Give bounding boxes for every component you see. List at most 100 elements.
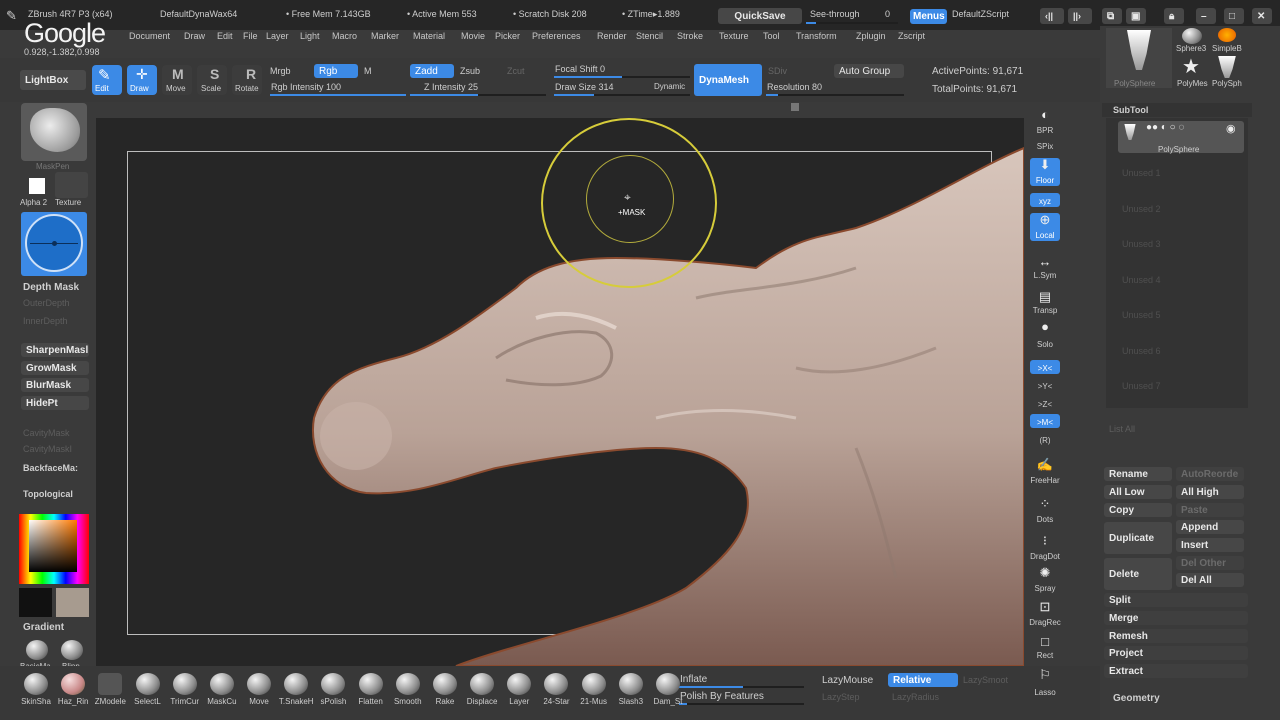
append-button[interactable]: Append <box>1176 520 1244 534</box>
focal-shift[interactable]: Focal Shift 0 <box>555 64 605 74</box>
subtool-visibility-eye-icon[interactable]: ◉ <box>1226 122 1236 135</box>
gradient-label[interactable]: Gradient <box>23 622 64 633</box>
dynamic-toggle[interactable]: Dynamic <box>654 82 685 91</box>
insert-button[interactable]: Insert <box>1176 538 1244 552</box>
quicksave-button[interactable]: QuickSave <box>718 8 802 24</box>
lazymouse-label[interactable]: LazyMouse <box>822 675 873 686</box>
rename-button[interactable]: Rename <box>1104 467 1172 481</box>
basic-material-icon[interactable] <box>26 640 48 660</box>
relative-button[interactable]: Relative <box>888 673 958 687</box>
merge-button[interactable]: Merge <box>1104 611 1248 625</box>
menu-movie[interactable]: Movie <box>461 31 485 41</box>
secondary-color-swatch[interactable] <box>56 588 89 617</box>
brush-haz-rin-icon[interactable] <box>61 673 86 695</box>
z-intensity[interactable]: Z Intensity 25 <box>424 82 478 92</box>
menu-marker[interactable]: Marker <box>371 31 399 41</box>
brush-displace-icon[interactable] <box>470 673 495 695</box>
blinn-material-icon[interactable] <box>61 640 83 660</box>
menu-zplugin[interactable]: Zplugin <box>856 31 886 41</box>
zsub-button[interactable]: Zsub <box>460 66 480 76</box>
draw-size-slider[interactable] <box>554 94 690 96</box>
resolution[interactable]: Resolution 80 <box>767 82 822 92</box>
extract-button[interactable]: Extract <box>1104 664 1248 678</box>
brush-flatten-icon[interactable] <box>358 673 383 695</box>
menu-texture[interactable]: Texture <box>719 31 749 41</box>
color-picker-square[interactable] <box>29 520 77 572</box>
seethrough-label[interactable]: See-through <box>810 9 860 19</box>
menu-document[interactable]: Document <box>129 31 170 41</box>
menu-light[interactable]: Light <box>300 31 320 41</box>
menu-preferences[interactable]: Preferences <box>532 31 581 41</box>
list-all-button[interactable]: List All <box>1109 424 1135 434</box>
layout-left-button[interactable]: ‹|| <box>1040 8 1064 24</box>
focal-shift-slider[interactable] <box>554 76 690 78</box>
project-button[interactable]: Project <box>1104 646 1248 660</box>
simplebrush-icon[interactable] <box>1218 28 1236 42</box>
rgb-intensity-slider[interactable] <box>270 94 406 96</box>
hidept-button[interactable]: HidePt <box>21 396 89 410</box>
brush-rake-icon[interactable] <box>432 673 457 695</box>
backface-mask[interactable]: BackfaceMa: <box>23 463 78 473</box>
menu-layer[interactable]: Layer <box>266 31 289 41</box>
delete-button[interactable]: Delete <box>1104 558 1172 590</box>
menu-stencil[interactable]: Stencil <box>636 31 663 41</box>
geometry-header[interactable]: Geometry <box>1113 693 1160 704</box>
zcut-button[interactable]: Zcut <box>507 66 525 76</box>
menu-edit[interactable]: Edit <box>217 31 233 41</box>
brush-maskcu-icon[interactable] <box>209 673 234 695</box>
inflate-slider[interactable] <box>679 686 804 688</box>
zadd-button[interactable]: Zadd <box>410 64 454 78</box>
dock-icon[interactable]: ▣ <box>1126 8 1146 24</box>
close-icon[interactable]: ✕ <box>1252 8 1272 24</box>
menu-file[interactable]: File <box>243 31 258 41</box>
brush-smooth-icon[interactable] <box>395 673 420 695</box>
remesh-button[interactable]: Remesh <box>1104 629 1248 643</box>
blur-mask-button[interactable]: BlurMask <box>21 378 89 392</box>
all-high-button[interactable]: All High <box>1176 485 1244 499</box>
mrgb-button[interactable]: Mrgb <box>270 66 291 76</box>
minimize-icon[interactable]: – <box>1196 8 1216 24</box>
grow-mask-button[interactable]: GrowMask <box>21 361 89 375</box>
draw-size[interactable]: Draw Size 314 <box>555 82 614 92</box>
inflate-label[interactable]: Inflate <box>680 674 707 685</box>
restore-layout-icon[interactable]: ⧉ <box>1102 8 1122 24</box>
brush-trimcur-icon[interactable] <box>172 673 197 695</box>
brush-skinsha-icon[interactable] <box>24 673 48 695</box>
auto-group-button[interactable]: Auto Group <box>834 64 904 78</box>
layout-right-button[interactable]: ||› <box>1068 8 1092 24</box>
menu-render[interactable]: Render <box>597 31 627 41</box>
rgb-intensity[interactable]: Rgb Intensity 100 <box>271 82 341 92</box>
sharpen-mask-button[interactable]: SharpenMasl <box>21 343 89 357</box>
brush-selectl-icon[interactable] <box>135 673 160 695</box>
copy-button[interactable]: Copy <box>1104 503 1172 517</box>
resolution-slider[interactable] <box>766 94 904 96</box>
topological[interactable]: Topological <box>23 489 73 499</box>
duplicate-button[interactable]: Duplicate <box>1104 522 1172 554</box>
polish-slider[interactable] <box>679 703 804 705</box>
lock-icon[interactable]: 🔒︎ <box>1164 8 1184 24</box>
sphere3d-icon[interactable] <box>1182 28 1202 44</box>
default-zscript[interactable]: DefaultZScript <box>952 9 1009 19</box>
rgb-button[interactable]: Rgb <box>314 64 358 78</box>
brush-21-mus-icon[interactable] <box>581 673 606 695</box>
texture-swatch[interactable] <box>55 172 88 198</box>
brush-zmodele-icon[interactable] <box>98 673 123 695</box>
menu-picker[interactable]: Picker <box>495 31 520 41</box>
alpha-swatch[interactable] <box>29 178 45 194</box>
brush-move-icon[interactable] <box>247 673 272 695</box>
brush-slash3-icon[interactable] <box>618 673 643 695</box>
m-button[interactable]: M <box>364 66 372 76</box>
depth-mask[interactable]: Depth Mask <box>23 282 79 293</box>
menu-transform[interactable]: Transform <box>796 31 837 41</box>
menu-material[interactable]: Material <box>413 31 445 41</box>
brush-dam-st-icon[interactable] <box>656 673 680 695</box>
menu-zscript[interactable]: Zscript <box>898 31 925 41</box>
menu-tool[interactable]: Tool <box>763 31 780 41</box>
z-intensity-slider[interactable] <box>410 94 546 96</box>
seethrough-slider[interactable] <box>806 22 898 24</box>
split-button[interactable]: Split <box>1104 593 1248 607</box>
canvas[interactable]: ⌖ +MASK <box>96 118 1024 666</box>
all-low-button[interactable]: All Low <box>1104 485 1172 499</box>
polymesh-star-icon[interactable]: ★ <box>1182 54 1200 79</box>
menu-stroke[interactable]: Stroke <box>677 31 703 41</box>
